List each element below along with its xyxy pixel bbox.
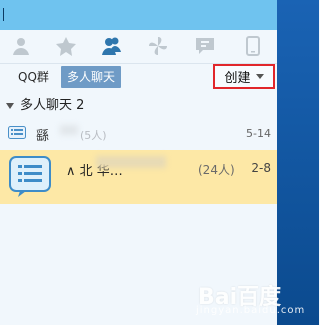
watermark-url: jingyan.baidu.com (196, 305, 306, 316)
people-icon (102, 37, 121, 55)
desktop-background (277, 0, 319, 325)
group-title: 多人聊天 2 (20, 98, 85, 113)
pinwheel-icon (149, 37, 167, 55)
dropdown-arrow-icon (255, 74, 264, 79)
apps-tab[interactable] (145, 34, 171, 58)
last-active-date: 5-14 (246, 127, 271, 140)
chat-list-icon (8, 126, 26, 139)
create-label: 创建 (224, 71, 251, 86)
redaction-blur (60, 125, 78, 135)
phone-icon (246, 36, 260, 56)
category-tabs (0, 30, 277, 62)
chat-bubble-icon (196, 38, 214, 54)
group-header[interactable]: 多人聊天 2 (6, 96, 84, 116)
star-icon (56, 37, 76, 56)
person-icon (13, 38, 29, 55)
create-button[interactable]: 创建 (213, 64, 275, 89)
member-count: (5人) (80, 129, 107, 142)
favorites-tab[interactable] (53, 34, 79, 58)
list-item[interactable]: 繇 (5人) 5-14 (0, 122, 277, 148)
title-bar (0, 0, 277, 30)
text-caret (3, 8, 4, 21)
contacts-tab[interactable] (8, 34, 34, 58)
chat-name: 繇 (36, 129, 50, 144)
chat-list-icon (9, 156, 51, 197)
group-chat-tab[interactable] (99, 34, 125, 58)
member-count: (24人) (198, 163, 235, 177)
phone-tab[interactable] (240, 34, 266, 58)
redaction-blur (96, 156, 166, 168)
multi-chat-tab[interactable]: 多人聊天 (61, 66, 122, 88)
expand-arrow-icon (6, 103, 14, 109)
qq-group-tab[interactable]: QQ群 (18, 66, 49, 88)
last-active-date: 2-8 (251, 161, 271, 175)
messages-tab[interactable] (192, 34, 218, 58)
